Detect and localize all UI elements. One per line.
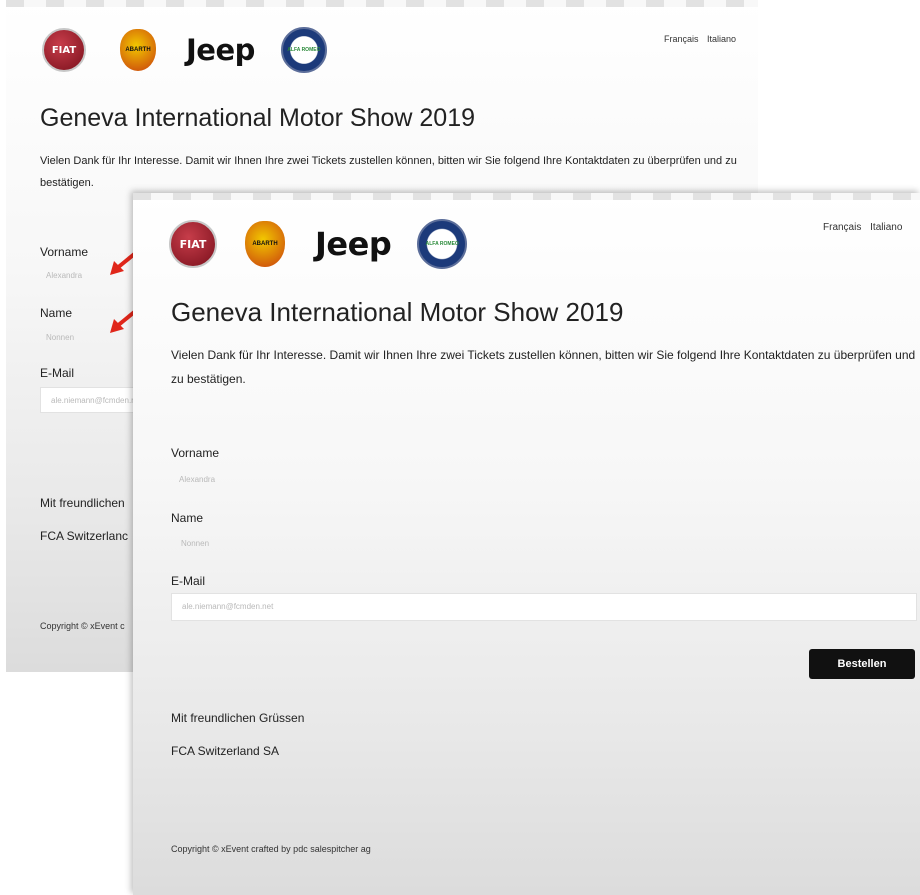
closing-company: FCA Switzerlanc (40, 529, 129, 543)
closing-greeting: Mit freundlichen Grüssen (171, 711, 305, 725)
email-value: ale.niemann@fcmden.net (51, 396, 143, 405)
abarth-logo-icon: ABARTH (245, 221, 285, 267)
email-label: E-Mail (40, 366, 75, 380)
email-value: ale.niemann@fcmden.net (182, 602, 274, 611)
fiat-logo-icon: FIAT (42, 28, 86, 72)
abarth-logo-icon: ABARTH (120, 29, 156, 71)
page-edge-strip (133, 193, 920, 200)
first-name-value[interactable]: Alexandra (46, 271, 82, 280)
lang-italian-link[interactable]: Italiano (707, 34, 736, 44)
page-title: Geneva International Motor Show 2019 (40, 104, 475, 132)
name-label: Name (40, 306, 73, 320)
first-name-label: Vorname (40, 245, 89, 259)
name-value[interactable]: Nonnen (181, 539, 209, 548)
lang-french-link[interactable]: Français (664, 34, 699, 44)
brand-logos: FIAT ABARTH Jeep ALFA ROMEO (169, 219, 468, 269)
page-title: Geneva International Motor Show 2019 (171, 297, 624, 327)
page-edge-strip (6, 0, 758, 7)
foreground-page-screenshot: FIAT ABARTH Jeep ALFA ROMEO Français Ita… (133, 193, 920, 895)
fiat-logo-icon: FIAT (169, 220, 217, 268)
name-label: Name (171, 511, 204, 525)
first-name-value[interactable]: Alexandra (179, 475, 215, 484)
lang-italian-link[interactable]: Italiano (870, 222, 902, 233)
intro-text: Vielen Dank für Ihr Interesse. Damit wir… (171, 348, 916, 386)
first-name-label: Vorname (171, 446, 220, 460)
email-field[interactable]: ale.niemann@fcmden.net (171, 593, 917, 621)
jeep-logo-icon: Jeep (186, 33, 255, 67)
closing-company: FCA Switzerland SA (171, 744, 280, 758)
language-switcher: Français Italiano (658, 34, 736, 44)
jeep-logo-icon: Jeep (315, 225, 392, 263)
intro-text: Vielen Dank für Ihr Interesse. Damit wir… (40, 155, 737, 189)
copyright-text: Copyright © xEvent c (40, 621, 125, 631)
brand-logos: FIAT ABARTH Jeep ALFA ROMEO (42, 27, 327, 73)
language-switcher: Français Italiano (817, 222, 902, 233)
closing-greeting: Mit freundlichen (40, 496, 125, 510)
order-button[interactable]: Bestellen (809, 649, 915, 679)
alfa-romeo-logo-icon: ALFA ROMEO (280, 27, 327, 73)
name-value[interactable]: Nonnen (46, 333, 74, 342)
alfa-romeo-logo-icon: ALFA ROMEO (417, 219, 468, 269)
email-label: E-Mail (171, 574, 206, 588)
copyright-text: Copyright © xEvent crafted by pdc salesp… (171, 844, 371, 854)
lang-french-link[interactable]: Français (823, 222, 861, 233)
